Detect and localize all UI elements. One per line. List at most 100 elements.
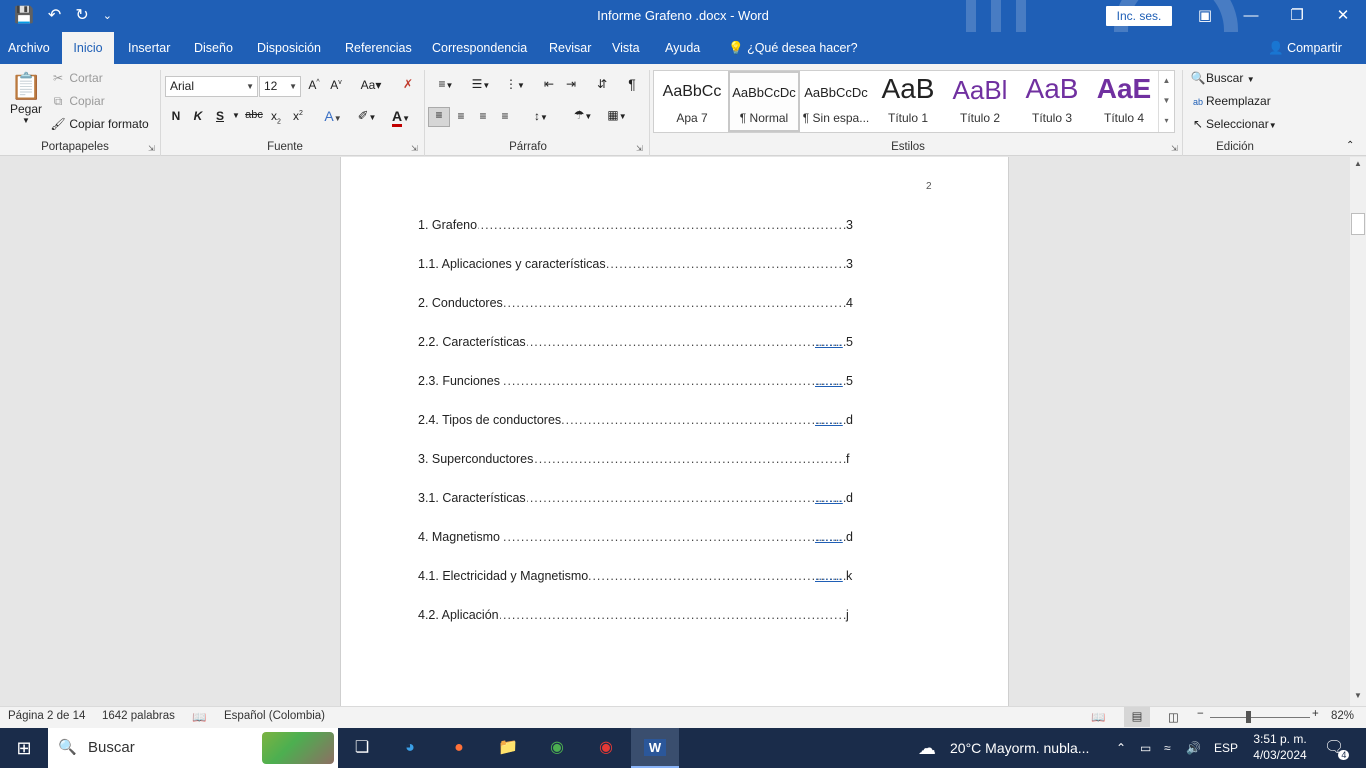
text-effects-icon[interactable]: A▼ <box>320 108 346 124</box>
toc-entry[interactable]: 3. Superconductores.....................… <box>418 452 858 470</box>
toc-entry-link[interactable]: ........ <box>815 491 845 505</box>
weather-icon[interactable]: ☁ <box>918 728 936 768</box>
cut-button[interactable]: ✂ Cortar <box>50 71 103 85</box>
multilevel-list-icon[interactable]: ⋮▼ <box>500 77 530 91</box>
show-marks-icon[interactable]: ¶ <box>624 76 640 92</box>
grow-font-icon[interactable]: A^ <box>306 78 322 92</box>
task-view-icon[interactable]: ❏ <box>338 728 386 768</box>
scroll-down-icon[interactable]: ▼ <box>1350 691 1366 700</box>
tab-revisar[interactable]: Revisar <box>541 32 599 64</box>
paste-button[interactable]: 📋 Pegar ▼ <box>10 70 42 130</box>
toc-entry[interactable]: 4.1. Electricidad y Magnetismo..........… <box>418 569 858 587</box>
align-right-icon[interactable]: ≡ <box>474 109 492 123</box>
word-count[interactable]: 1642 palabras <box>102 710 175 722</box>
highlight-icon[interactable]: ✐▼ <box>352 108 382 124</box>
ribbon-display-options-icon[interactable]: ▣ <box>1182 0 1228 32</box>
notifications-icon[interactable]: 🗨4 <box>1324 728 1355 768</box>
underline-button[interactable]: S <box>212 109 228 123</box>
chevron-down-icon[interactable]: ▼ <box>231 111 241 120</box>
align-center-icon[interactable]: ≡ <box>452 109 470 123</box>
styles-launcher-icon[interactable]: ⇲ <box>1171 144 1178 153</box>
sign-in-button[interactable]: Inc. ses. <box>1106 6 1172 26</box>
font-launcher-icon[interactable]: ⇲ <box>411 144 418 153</box>
edge-icon[interactable]: ◕ <box>386 728 434 768</box>
toc-entry-link[interactable]: ........ <box>815 530 845 544</box>
strikethrough-icon[interactable]: abc <box>245 109 263 121</box>
toc-entry[interactable]: 4.2. Aplicación.........................… <box>418 608 858 626</box>
style-apa7[interactable]: AaBbCc Apa 7 <box>656 71 728 132</box>
gallery-scroll[interactable]: ▲ ▼ ▾ <box>1158 71 1174 132</box>
style-normal[interactable]: AaBbCcDc ¶ Normal <box>728 71 800 132</box>
tab-correspondencia[interactable]: Correspondencia <box>424 32 535 64</box>
toc-entry-link[interactable]: ........ <box>815 569 845 583</box>
select-button[interactable]: ↖ Seleccionar▼ <box>1190 117 1277 131</box>
borders-icon[interactable]: ▦▼ <box>602 108 632 122</box>
chevron-down-icon[interactable]: ▼ <box>1159 91 1174 111</box>
chrome-icon[interactable]: ◉ <box>533 728 581 768</box>
battery-icon[interactable]: ▭ <box>1140 728 1151 768</box>
tab-vista[interactable]: Vista <box>604 32 648 64</box>
tab-insertar[interactable]: Insertar <box>120 32 178 64</box>
tab-inicio[interactable]: Inicio <box>62 32 114 64</box>
justify-icon[interactable]: ≡ <box>496 109 514 123</box>
scroll-thumb[interactable] <box>1351 213 1365 235</box>
superscript-icon[interactable]: x2 <box>290 109 306 123</box>
scroll-up-icon[interactable]: ▲ <box>1350 159 1366 168</box>
replace-button[interactable]: ab Reemplazar <box>1190 94 1271 108</box>
zoom-in-icon[interactable]: + <box>1312 708 1319 720</box>
font-name-box[interactable]: Arial ▼ <box>165 76 258 97</box>
minimize-button[interactable]: — <box>1228 0 1274 32</box>
chevron-up-icon[interactable]: ▲ <box>1159 71 1174 91</box>
toc-entry[interactable]: 4. Magnetismo...........................… <box>418 530 858 548</box>
style-heading-4[interactable]: AaE Título 4 <box>1088 71 1160 132</box>
language-indicator[interactable]: Español (Colombia) <box>224 710 325 722</box>
increase-indent-icon[interactable]: ⇥ <box>562 77 580 91</box>
close-button[interactable]: ✕ <box>1320 0 1366 32</box>
tab-referencias[interactable]: Referencias <box>337 32 420 64</box>
toc-entry-link[interactable]: ........ <box>815 335 845 349</box>
numbering-icon[interactable]: ☰▼ <box>466 77 496 91</box>
input-language[interactable]: ESP <box>1214 728 1238 768</box>
share-button[interactable]: 👤 Compartir <box>1268 32 1342 64</box>
change-case-icon[interactable]: Aa▾ <box>356 78 386 92</box>
proofing-icon[interactable]: 📖 <box>192 710 206 724</box>
italic-button[interactable]: K <box>190 109 206 123</box>
align-left-icon[interactable]: ≡ <box>428 107 450 127</box>
decrease-indent-icon[interactable]: ⇤ <box>540 77 558 91</box>
find-button[interactable]: 🔍Buscar ▼ <box>1190 71 1255 85</box>
shrink-font-icon[interactable]: Av <box>328 78 344 92</box>
clock[interactable]: 3:51 p. m. 4/03/2024 <box>1250 731 1310 768</box>
tab-archivo[interactable]: Archivo <box>0 32 58 64</box>
web-layout-icon[interactable]: ◫ <box>1168 710 1179 724</box>
volume-icon[interactable]: 🔊 <box>1186 728 1201 768</box>
file-explorer-icon[interactable]: 📁 <box>484 728 532 768</box>
style-heading-3[interactable]: AaB Título 3 <box>1016 71 1088 132</box>
chrome-profile-icon[interactable]: ◉ <box>582 728 630 768</box>
paragraph-launcher-icon[interactable]: ⇲ <box>636 144 643 153</box>
toc-entry[interactable]: 2. Conductores..........................… <box>418 296 858 314</box>
tab-disposicion[interactable]: Disposición <box>249 32 329 64</box>
subscript-icon[interactable]: x2 <box>268 109 284 125</box>
print-layout-icon[interactable]: ▤ <box>1124 707 1150 727</box>
collapse-ribbon-icon[interactable]: ⌃ <box>1346 140 1354 151</box>
tab-ayuda[interactable]: Ayuda <box>657 32 708 64</box>
font-size-box[interactable]: 12 ▼ <box>259 76 301 97</box>
zoom-level[interactable]: 82% <box>1331 710 1354 722</box>
zoom-slider[interactable] <box>1210 717 1310 718</box>
more-styles-icon[interactable]: ▾ <box>1159 111 1174 131</box>
toc-entry[interactable]: 2.3. Funciones..........................… <box>418 374 858 392</box>
toc-entry[interactable]: 1.1. Aplicaciones y características.....… <box>418 257 858 275</box>
toc-entry-link[interactable]: ........ <box>815 413 845 427</box>
style-heading-1[interactable]: AaB Título 1 <box>872 71 944 132</box>
toc-entry-link[interactable]: ........ <box>815 374 845 388</box>
clipboard-launcher-icon[interactable]: ⇲ <box>148 144 155 153</box>
bold-button[interactable]: N <box>168 109 184 123</box>
toc-entry[interactable]: 2.4. Tipos de conductores...............… <box>418 413 858 431</box>
restore-button[interactable]: ❐ <box>1274 0 1320 32</box>
copy-button[interactable]: ⧉ Copiar <box>50 94 105 109</box>
taskbar-search[interactable]: 🔍 Buscar <box>48 728 338 768</box>
style-heading-2[interactable]: AaBl Título 2 <box>944 71 1016 132</box>
read-mode-icon[interactable]: 📖 <box>1091 710 1105 724</box>
toc-entry[interactable]: 2.2. Características....................… <box>418 335 858 353</box>
firefox-icon[interactable]: ● <box>435 728 483 768</box>
